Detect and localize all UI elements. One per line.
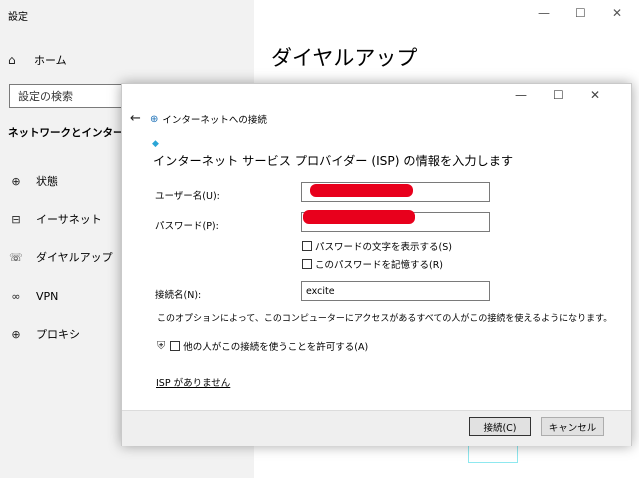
checkbox-box <box>302 241 312 251</box>
globe-icon: ⊕ <box>11 174 21 188</box>
dialog-caption-text: インターネットへの接続 <box>162 115 267 126</box>
sidebar-item-vpn[interactable]: ∞ VPN <box>8 286 58 306</box>
connection-name-field[interactable]: excite <box>301 281 490 301</box>
maximize-button[interactable]: ☐ <box>575 6 586 20</box>
connect-button[interactable]: 接続(C) <box>469 417 531 436</box>
connection-name-value: excite <box>306 285 335 297</box>
ghost-artifact <box>468 443 518 463</box>
search-placeholder: 設定の検索 <box>18 90 73 103</box>
connect-dialog: — ☐ ✕ ← ⊕ インターネットへの接続 ◆ インターネット サービス プロバ… <box>121 83 632 446</box>
checkbox-label: 他の人がこの接続を使うことを許可する(A) <box>183 342 369 353</box>
connection-name-label: 接続名(N): <box>155 290 202 301</box>
remember-password-checkbox[interactable]: このパスワードを記憶する(R) <box>302 257 443 271</box>
no-isp-link[interactable]: ISP がありません <box>156 375 230 389</box>
sharing-note: このオプションによって、このコンピューターにアクセスがあるすべての人がこの接続を… <box>157 314 613 324</box>
network-globe-icon: ⊕ <box>150 113 159 125</box>
checkbox-box <box>170 341 181 351</box>
sidebar-item-label: プロキシ <box>36 328 80 341</box>
dialog-heading: インターネット サービス プロバイダー (ISP) の情報を入力します <box>153 154 514 168</box>
sidebar-item-label: 状態 <box>36 175 58 188</box>
checkbox-label: パスワードの文字を表示する(S) <box>315 242 452 253</box>
dialog-close-button[interactable]: ✕ <box>590 88 600 102</box>
allow-others-checkbox[interactable]: ⛨ 他の人がこの接続を使うことを許可する(A) <box>157 339 368 353</box>
redaction-mark <box>310 184 413 197</box>
checkbox-box <box>302 259 312 269</box>
ethernet-icon: ⊟ <box>11 212 21 226</box>
sidebar-item-proxy[interactable]: ⊕ プロキシ <box>8 324 80 344</box>
dialog-minimize-button[interactable]: — <box>515 88 527 102</box>
sidebar-item-label: イーサネット <box>36 213 102 226</box>
dialog-caption: ⊕ インターネットへの接続 <box>150 112 267 127</box>
close-button[interactable]: ✕ <box>612 6 622 20</box>
sidebar-item-label: VPN <box>36 289 59 303</box>
settings-window-title: 設定 <box>8 12 28 23</box>
dialog-maximize-button[interactable]: ☐ <box>553 88 564 102</box>
redaction-mark <box>303 210 415 224</box>
sidebar-item-status[interactable]: ⊕ 状態 <box>8 171 58 191</box>
shield-icon: ⛨ <box>157 339 166 352</box>
page-title: ダイヤルアップ <box>271 46 418 70</box>
sidebar-home-label: ホーム <box>34 54 67 67</box>
globe-icon: ⊕ <box>11 327 21 341</box>
home-icon: ⌂ <box>8 53 16 67</box>
dialup-icon: ☏ <box>9 250 23 264</box>
sidebar-item-label: ダイヤルアップ <box>36 251 113 264</box>
show-password-checkbox[interactable]: パスワードの文字を表示する(S) <box>302 239 452 253</box>
back-arrow-icon[interactable]: ← <box>130 111 141 126</box>
sidebar-item-ethernet[interactable]: ⊟ イーサネット <box>8 209 102 229</box>
cancel-button[interactable]: キャンセル <box>541 417 604 436</box>
checkbox-label: このパスワードを記憶する(R) <box>315 260 444 271</box>
network-icon: ◆ <box>152 139 159 149</box>
vpn-icon: ∞ <box>11 289 21 303</box>
minimize-button[interactable]: — <box>538 6 550 20</box>
password-label: パスワード(P): <box>155 221 219 232</box>
username-label: ユーザー名(U): <box>155 191 220 202</box>
sidebar-item-dialup[interactable]: ☏ ダイヤルアップ <box>8 247 113 267</box>
sidebar-home[interactable]: ⌂ ホーム <box>8 50 67 70</box>
